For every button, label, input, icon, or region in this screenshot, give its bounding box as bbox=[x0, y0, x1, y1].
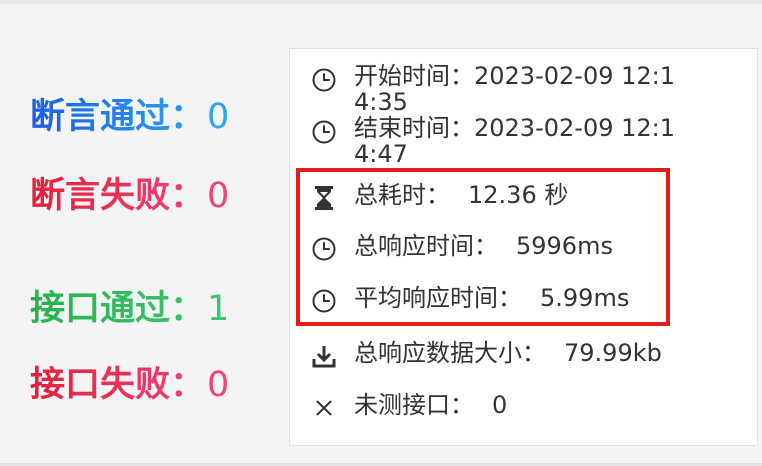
assert-fail-stat: 断言失败：0 bbox=[30, 175, 229, 217]
download-icon bbox=[310, 342, 338, 370]
highlight-box bbox=[296, 168, 670, 326]
end-time-label: 结束时间： bbox=[354, 114, 474, 142]
api-fail-label: 接口失败： bbox=[30, 365, 206, 405]
api-pass-label: 接口通过： bbox=[30, 289, 206, 329]
total-size-value: 79.99kb bbox=[564, 339, 662, 367]
untested-value: 0 bbox=[492, 391, 508, 419]
api-fail-stat: 接口失败：0 bbox=[30, 364, 229, 406]
assert-pass-value: 0 bbox=[207, 97, 230, 137]
clock-icon bbox=[310, 66, 338, 94]
assert-pass-label: 断言通过： bbox=[30, 97, 206, 137]
start-time-row: 开始时间：2023-02-09 12:14:35 bbox=[310, 63, 694, 115]
untested-label: 未测接口： bbox=[354, 391, 474, 419]
api-pass-value: 1 bbox=[207, 289, 230, 329]
assert-fail-label: 断言失败： bbox=[30, 176, 206, 216]
top-divider bbox=[0, 0, 762, 4]
assert-pass-stat: 断言通过：0 bbox=[30, 96, 229, 138]
total-size-row: 总响应数据大小： 79.99kb bbox=[310, 339, 662, 370]
close-icon bbox=[310, 394, 338, 422]
clock-icon bbox=[310, 118, 338, 146]
end-time-row: 结束时间：2023-02-09 12:14:47 bbox=[310, 115, 694, 167]
api-fail-value: 0 bbox=[207, 365, 230, 405]
untested-row: 未测接口： 0 bbox=[310, 391, 507, 422]
api-pass-stat: 接口通过：1 bbox=[30, 288, 229, 330]
assert-fail-value: 0 bbox=[207, 176, 230, 216]
start-time-label: 开始时间： bbox=[354, 62, 474, 90]
total-size-label: 总响应数据大小： bbox=[354, 339, 546, 367]
